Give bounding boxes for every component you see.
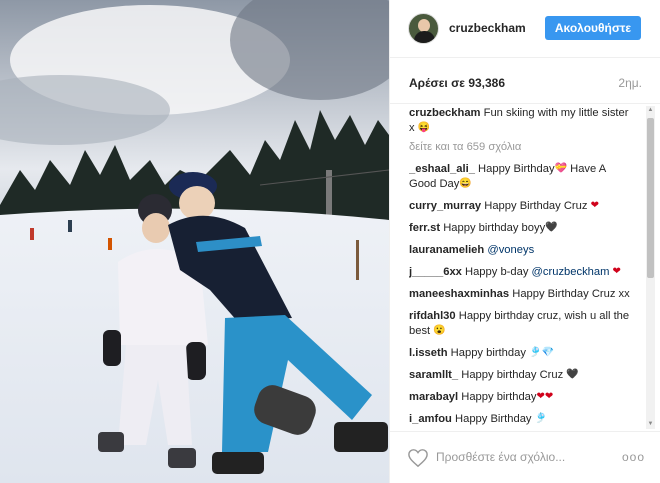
list-item: rifdahl30 Happy birthday cruz, wish u al…	[409, 309, 631, 339]
comment-username[interactable]: saramllt_	[409, 369, 458, 381]
comment-text: Happy Birthday	[455, 413, 532, 425]
comments-list[interactable]: cruzbeckham Fun skiing with my little si…	[409, 106, 631, 431]
comment-text: Happy b-day	[465, 266, 529, 278]
heart-emoji-icon: 💝	[554, 163, 567, 175]
comment-text: Happy birthday Cruz	[461, 369, 564, 381]
comment-username[interactable]: cruzbeckham	[409, 107, 481, 119]
tongue-emoji-icon: 😝	[417, 122, 431, 134]
comment-username[interactable]: maneeshaxminhas	[409, 288, 509, 300]
list-item: marabayl Happy birthday❤❤	[409, 390, 631, 405]
smile-emoji-icon: 😄	[459, 178, 472, 190]
caption: cruzbeckham Fun skiing with my little si…	[409, 106, 631, 136]
post-side-panel: cruzbeckham Ακολουθήστε Αρέσει σε 93,386…	[389, 0, 660, 483]
list-item: ferr.st Happy birthday boyy🖤	[409, 221, 631, 236]
comment-username[interactable]: i_amfou	[409, 413, 452, 425]
black-heart-emoji-icon: 🖤	[545, 222, 558, 234]
wind-chime-emoji-icon: 🎐💎	[529, 347, 554, 359]
like-heart-icon[interactable]	[407, 448, 429, 468]
list-item: maneeshaxminhas Happy Birthday Cruz xx	[409, 287, 631, 302]
comment-username[interactable]: ferr.st	[409, 222, 440, 234]
comment-text: Happy Birthday	[478, 163, 555, 175]
comments-scrollbar[interactable]: ▲ ▼	[646, 106, 655, 429]
comment-input[interactable]: Προσθέστε ένα σχόλιο...	[436, 450, 565, 464]
mention-link[interactable]: @cruzbeckham	[532, 266, 610, 278]
scrollbar-thumb[interactable]	[647, 118, 654, 278]
list-item: _eshaal_ali_ Happy Birthday💝 Have A Good…	[409, 162, 631, 192]
comment-text: Happy birthday	[450, 347, 526, 359]
heart-emoji-icon: ❤	[590, 200, 599, 212]
more-options-icon[interactable]: ooo	[622, 450, 645, 464]
view-all-comments-link[interactable]: δείτε και τα 659 σχόλια	[409, 140, 631, 155]
comment-username[interactable]: curry_murray	[409, 200, 481, 212]
heart-emoji-icon: ❤❤	[536, 391, 554, 403]
heart-emoji-icon: ❤	[612, 266, 621, 278]
comment-username[interactable]: _eshaal_ali_	[409, 163, 475, 175]
username-link[interactable]: cruzbeckham	[449, 21, 526, 35]
post-time[interactable]: 2ημ.	[618, 76, 642, 90]
ski-photo-illustration	[0, 0, 389, 483]
list-item: i_amfou Happy Birthday 🎐	[409, 412, 631, 427]
comment-text: Happy birthday boyy	[443, 222, 546, 234]
list-item: lauranamelieh @voneys	[409, 243, 631, 258]
comment-username[interactable]: marabayl	[409, 391, 458, 403]
black-heart-emoji-icon: 🖤	[566, 369, 579, 381]
follow-button[interactable]: Ακολουθήστε	[545, 16, 641, 40]
post-footer: Προσθέστε ένα σχόλιο... ooo	[390, 431, 660, 483]
comment-text: Happy birthday	[461, 391, 537, 403]
comment-text: Happy Birthday Cruz xx	[512, 288, 630, 300]
avatar[interactable]	[408, 13, 439, 44]
wind-chime-emoji-icon: 🎐	[534, 413, 548, 425]
mention-link[interactable]: @voneys	[487, 244, 534, 256]
surprised-emoji-icon: 😮	[433, 325, 446, 337]
comment-username[interactable]: rifdahl30	[409, 310, 456, 322]
likes-count[interactable]: Αρέσει σε 93,386	[409, 76, 505, 90]
comment-username[interactable]: lauranamelieh	[409, 244, 484, 256]
likes-row: Αρέσει σε 93,386 2ημ.	[390, 58, 660, 104]
scroll-down-arrow-icon[interactable]: ▼	[646, 420, 655, 429]
post-photo[interactable]	[0, 0, 389, 483]
comment-username[interactable]: j_____6xx	[409, 266, 462, 278]
list-item: saramllt_ Happy birthday Cruz 🖤	[409, 368, 631, 383]
post-header: cruzbeckham Ακολουθήστε	[390, 0, 660, 58]
list-item: j_____6xx Happy b-day @cruzbeckham ❤	[409, 265, 631, 280]
list-item: l.isseth Happy birthday 🎐💎	[409, 346, 631, 361]
list-item: curry_murray Happy Birthday Cruz ❤	[409, 199, 631, 214]
scroll-up-arrow-icon[interactable]: ▲	[646, 106, 655, 115]
comment-text: Happy Birthday Cruz	[484, 200, 588, 212]
avatar-body	[414, 31, 435, 43]
comment-username[interactable]: l.isseth	[409, 347, 448, 359]
